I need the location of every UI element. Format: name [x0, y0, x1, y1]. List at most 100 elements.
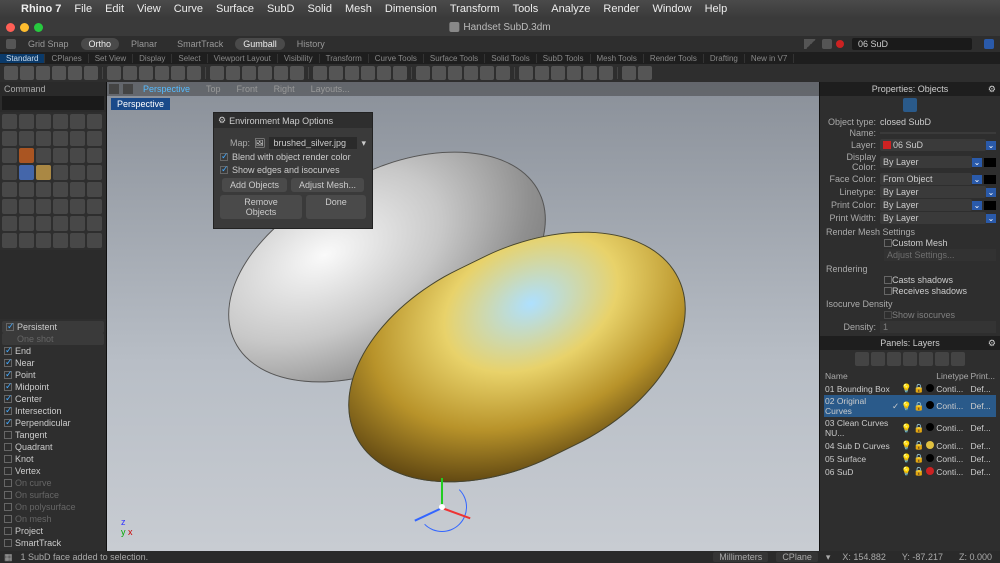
toolbar-icon-12[interactable] — [210, 66, 224, 80]
tool-0[interactable] — [2, 114, 17, 129]
tool-7[interactable] — [19, 131, 34, 146]
toolbar-icon-7[interactable] — [123, 66, 137, 80]
osnap-0-check[interactable] — [4, 347, 12, 355]
viewport-max-icon[interactable] — [123, 84, 133, 94]
tool-21[interactable] — [53, 165, 68, 180]
toolbar-icon-2[interactable] — [36, 66, 50, 80]
tool-42[interactable] — [2, 233, 17, 248]
toolbar-icon-9[interactable] — [155, 66, 169, 80]
toolbar-icon-36[interactable] — [622, 66, 636, 80]
osnap-11-check[interactable] — [4, 479, 12, 487]
tab-cplanes[interactable]: CPlanes — [45, 54, 88, 63]
layer-tool-0[interactable] — [855, 352, 869, 366]
osnap-2-check[interactable] — [4, 371, 12, 379]
toolbar-icon-23[interactable] — [393, 66, 407, 80]
tool-19[interactable] — [19, 165, 34, 180]
remove-objects-button[interactable]: Remove Objects — [220, 195, 302, 219]
tool-36[interactable] — [2, 216, 17, 231]
tool-4[interactable] — [70, 114, 85, 129]
toolbar-icon-5[interactable] — [84, 66, 98, 80]
dropdown-chevron-icon[interactable]: ▾ — [361, 138, 366, 149]
planar-toggle[interactable]: Planar — [123, 38, 165, 50]
tool-30[interactable] — [2, 199, 17, 214]
menu-transform[interactable]: Transform — [450, 3, 500, 15]
layer-tool-5[interactable] — [935, 352, 949, 366]
osnap-8-check[interactable] — [4, 443, 12, 451]
viewport-title[interactable]: Perspective — [111, 98, 170, 110]
viewport-tab-layouts[interactable]: Layouts... — [303, 84, 358, 94]
tool-26[interactable] — [36, 182, 51, 197]
grid-snap-toggle[interactable]: Grid Snap — [20, 38, 77, 50]
tool-17[interactable] — [87, 148, 102, 163]
gumball-widget[interactable] — [407, 472, 477, 542]
linetype-dropdown[interactable]: By Layer — [880, 186, 986, 198]
toolbar-icon-11[interactable] — [187, 66, 201, 80]
tool-38[interactable] — [36, 216, 51, 231]
tool-5[interactable] — [87, 114, 102, 129]
right-sidebar-toggle-icon[interactable] — [984, 39, 994, 49]
layer-row-3[interactable]: 04 Sub D Curves💡🔒Conti...Def... — [824, 439, 996, 452]
viewport-layout-icon[interactable] — [109, 84, 119, 94]
tab-display[interactable]: Display — [133, 54, 172, 63]
add-objects-button[interactable]: Add Objects — [222, 178, 287, 192]
tab-mesh-tools[interactable]: Mesh Tools — [591, 54, 644, 63]
app-menu[interactable]: Rhino 7 — [21, 3, 61, 15]
toolbar-icon-18[interactable] — [313, 66, 327, 80]
tab-viewport-layout[interactable]: Viewport Layout — [208, 54, 278, 63]
viewport-tab-front[interactable]: Front — [229, 84, 266, 94]
layer-row-5[interactable]: 06 SuD💡🔒Conti...Def... — [824, 465, 996, 478]
chevron-icon[interactable]: ⌄ — [986, 214, 996, 223]
menu-edit[interactable]: Edit — [105, 3, 124, 15]
tool-33[interactable] — [53, 199, 68, 214]
viewport-tab-right[interactable]: Right — [266, 84, 303, 94]
toolbar-icon-14[interactable] — [242, 66, 256, 80]
toolbar-icon-20[interactable] — [345, 66, 359, 80]
tool-44[interactable] — [36, 233, 51, 248]
zoom-window-button[interactable] — [34, 23, 43, 32]
tool-41[interactable] — [87, 216, 102, 231]
face-color-swatch[interactable] — [984, 175, 996, 184]
print-color-swatch[interactable] — [984, 201, 996, 210]
smarttrack-toggle[interactable]: SmartTrack — [169, 38, 231, 50]
viewport[interactable]: Perspective Top Front Right Layouts... P… — [106, 82, 820, 551]
tool-1[interactable] — [19, 114, 34, 129]
print-width-dropdown[interactable]: By Layer — [880, 212, 986, 224]
tab-new-v7[interactable]: New in V7 — [745, 54, 794, 63]
menu-curve[interactable]: Curve — [174, 3, 203, 15]
menu-tools[interactable]: Tools — [513, 3, 539, 15]
tab-drafting[interactable]: Drafting — [704, 54, 745, 63]
menu-analyze[interactable]: Analyze — [551, 3, 590, 15]
menu-render[interactable]: Render — [603, 3, 639, 15]
panel-gear-icon[interactable]: ⚙ — [988, 84, 996, 95]
tool-45[interactable] — [53, 233, 68, 248]
chevron-icon[interactable]: ⌄ — [972, 201, 982, 210]
layer-row-1[interactable]: 02 Original Curves✓💡🔒Conti...Def... — [824, 395, 996, 417]
tool-13[interactable] — [19, 148, 34, 163]
gumball-toggle[interactable]: Gumball — [235, 38, 285, 50]
menu-help[interactable]: Help — [705, 3, 728, 15]
toolbar-icon-37[interactable] — [638, 66, 652, 80]
layer-tool-4[interactable] — [919, 352, 933, 366]
chevron-icon[interactable]: ⌄ — [986, 141, 996, 150]
toolbar-icon-32[interactable] — [551, 66, 565, 80]
print-color-dropdown[interactable]: By Layer — [880, 199, 972, 211]
ortho-toggle[interactable]: Ortho — [81, 38, 120, 50]
toolbar-icon-30[interactable] — [519, 66, 533, 80]
edges-check[interactable] — [220, 166, 228, 174]
toolbar-icon-26[interactable] — [448, 66, 462, 80]
map-file-dropdown[interactable]: brushed_silver.jpg — [269, 137, 357, 149]
viewport-tab-top[interactable]: Top — [198, 84, 229, 94]
layer-row-4[interactable]: 05 Surface💡🔒Conti...Def... — [824, 452, 996, 465]
toolbar-icon-15[interactable] — [258, 66, 272, 80]
status-units[interactable]: Millimeters — [713, 552, 768, 562]
toolbar-icon-25[interactable] — [432, 66, 446, 80]
col-name[interactable]: Name — [824, 370, 891, 382]
menu-file[interactable]: File — [74, 3, 92, 15]
tool-25[interactable] — [19, 182, 34, 197]
tool-28[interactable] — [70, 182, 85, 197]
dialog-settings-icon[interactable]: ⚙ — [218, 115, 226, 126]
tab-subd-tools[interactable]: SubD Tools — [537, 54, 591, 63]
osnap-13-check[interactable] — [4, 503, 12, 511]
osnap-14-check[interactable] — [4, 515, 12, 523]
tool-29[interactable] — [87, 182, 102, 197]
